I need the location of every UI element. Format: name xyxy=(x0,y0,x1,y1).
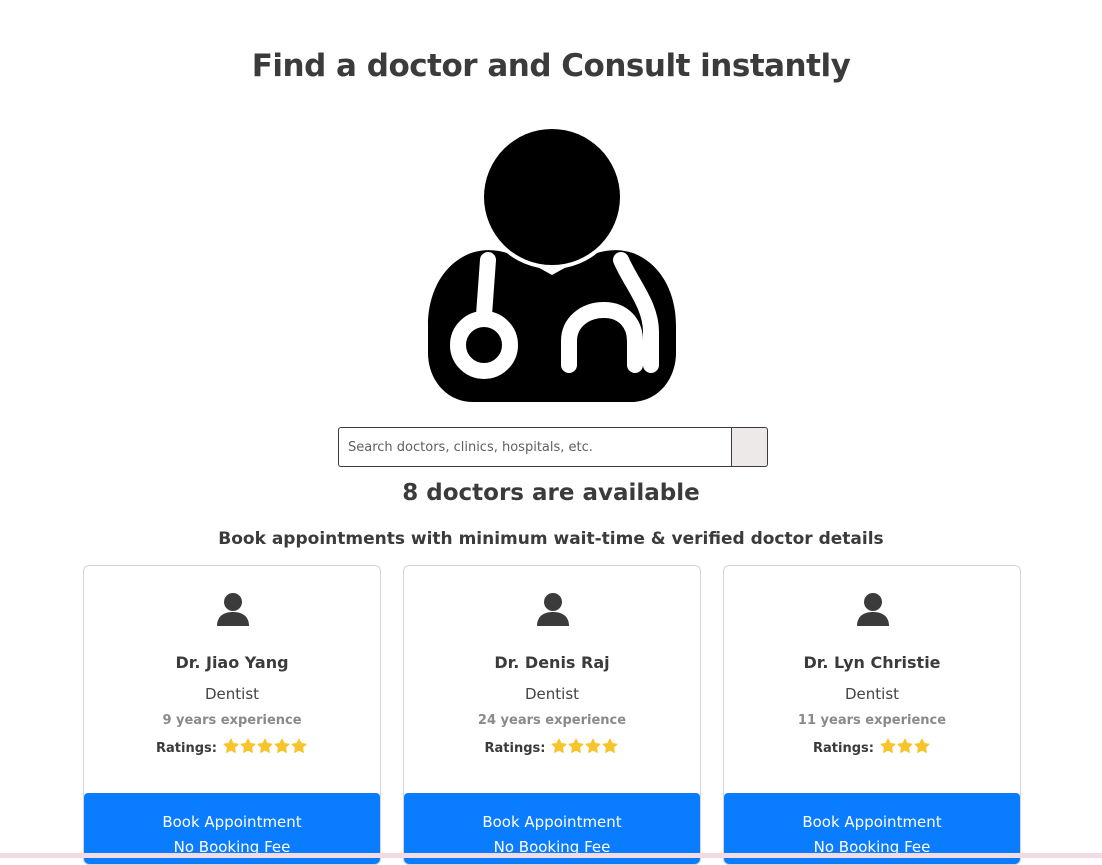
doctor-card: Dr. Lyn Christie Dentist 11 years experi… xyxy=(723,565,1021,865)
doctor-card: Dr. Denis Raj Dentist 24 years experienc… xyxy=(403,565,701,865)
ratings-label: Ratings: xyxy=(156,740,217,756)
doctor-specialty: Dentist xyxy=(844,685,900,703)
star-icon xyxy=(897,738,913,753)
rating-stars xyxy=(551,738,619,758)
book-appointment-label: Book Appointment xyxy=(482,813,622,831)
page-title: Find a doctor and Consult instantly xyxy=(251,48,851,84)
search-button[interactable] xyxy=(731,427,768,467)
star-icon xyxy=(274,738,290,753)
star-icon xyxy=(880,738,896,753)
user-avatar-icon xyxy=(217,593,249,626)
doctor-experience: 24 years experience xyxy=(477,713,627,728)
doctor-stethoscope-icon xyxy=(428,127,676,402)
book-appointment-label: Book Appointment xyxy=(162,813,302,831)
doctor-experience: 11 years experience xyxy=(797,713,947,728)
doctor-specialty: Dentist xyxy=(204,685,260,703)
doctor-name: Dr. Jiao Yang xyxy=(175,653,289,672)
star-icon xyxy=(291,738,307,753)
star-icon xyxy=(914,738,930,753)
star-icon xyxy=(240,738,256,753)
star-icon xyxy=(551,738,567,753)
book-appointment-label: Book Appointment xyxy=(802,813,942,831)
search-bar xyxy=(338,427,768,467)
star-icon xyxy=(602,738,618,753)
rating-stars xyxy=(223,738,308,758)
star-icon xyxy=(223,738,239,753)
doctors-available-count: 8 doctors are available xyxy=(402,480,700,506)
doctor-ratings: Ratings: xyxy=(84,738,380,758)
doctor-ratings: Ratings: xyxy=(404,738,700,758)
doctor-name: Dr. Lyn Christie xyxy=(803,653,941,672)
user-avatar-icon xyxy=(857,593,889,626)
booking-subtitle: Book appointments with minimum wait-time… xyxy=(218,529,884,549)
doctor-card: Dr. Jiao Yang Dentist 9 years experience… xyxy=(83,565,381,865)
star-icon xyxy=(257,738,273,753)
rating-stars xyxy=(880,738,931,758)
ratings-label: Ratings: xyxy=(484,740,546,756)
doctor-specialty: Dentist xyxy=(524,685,580,703)
doctor-ratings: Ratings: xyxy=(724,738,1020,758)
ratings-label: Ratings: xyxy=(813,740,874,756)
star-icon xyxy=(585,738,601,753)
doctor-card-list: Dr. Jiao Yang Dentist 9 years experience… xyxy=(83,565,1023,865)
doctor-experience: 9 years experience xyxy=(162,713,302,728)
star-icon xyxy=(568,738,584,753)
doctor-name: Dr. Denis Raj xyxy=(494,653,610,672)
bottom-border xyxy=(0,853,1102,858)
user-avatar-icon xyxy=(537,593,569,626)
search-input[interactable] xyxy=(338,427,731,467)
